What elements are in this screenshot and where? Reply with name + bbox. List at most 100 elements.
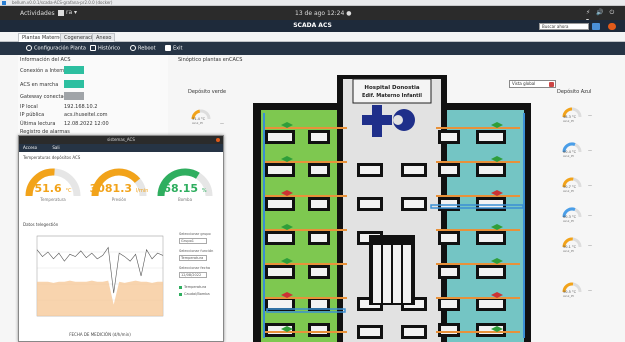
sign-line-2: Edif. Materno Infantil: [362, 93, 422, 99]
exit-button[interactable]: Exit: [165, 45, 182, 53]
door-mullion: [381, 245, 383, 303]
callout-close-icon[interactable]: [549, 82, 554, 87]
app-header: SCADA ACS Buscar ahora: [0, 20, 625, 32]
window-pane: [268, 166, 292, 174]
config-button[interactable]: Configuración Planta: [26, 45, 86, 53]
synoptic-title: Sinóptico plantas enCACS: [178, 57, 243, 63]
info-row-label: IP local: [20, 104, 38, 110]
window-pane: [441, 268, 457, 276]
hot-pipe: [436, 263, 520, 265]
app-icon: [2, 1, 6, 5]
window-pane: [404, 200, 424, 208]
detail-gauge: 3081.3 l/min Presión: [89, 164, 149, 204]
telemetry-section-title: Datos telegestión: [23, 222, 59, 227]
right-temp-gauge: 60.4 °C Azul_Pt: [561, 140, 583, 158]
window-title: bellum.v0.0.1/scada-ACS-grafana-pr2.0.0 …: [12, 0, 113, 5]
legend-checkbox[interactable]: [179, 286, 182, 289]
activities-button[interactable]: Actividades: [20, 10, 55, 17]
historico-label: Histórico: [98, 45, 121, 52]
window-pane: [311, 200, 327, 208]
window-pane: [360, 328, 380, 336]
detail-gauge-label: Temperatura: [40, 197, 66, 202]
detail-exit-button[interactable]: Sali: [52, 145, 59, 150]
exit-label: Exit: [173, 45, 183, 52]
status-indicator: [64, 66, 84, 74]
close-button[interactable]: [608, 23, 616, 30]
gauge-button[interactable]: —: [220, 121, 224, 126]
gauge-button[interactable]: —: [588, 113, 592, 118]
right-temp-gauge: 60.3 °C Azul_Pt: [561, 205, 583, 223]
control-select[interactable]: 12/08/2022: [179, 272, 207, 278]
detail-access-button[interactable]: Acceso: [23, 145, 37, 150]
window-pane: [268, 268, 292, 276]
window-pane: [268, 234, 292, 242]
gauge-button[interactable]: —: [588, 288, 592, 293]
legend-checkbox[interactable]: [179, 293, 182, 296]
detail-close-icon[interactable]: [216, 138, 220, 142]
detail-gauge-value: 68.15 %: [163, 182, 207, 195]
window-pane: [404, 166, 424, 174]
info-row-value: acs.ihuseitel.com: [64, 112, 108, 118]
control-select[interactable]: Grupo1: [179, 238, 207, 244]
control-select[interactable]: Temperatura: [179, 255, 207, 261]
legend-label: Temperatura: [184, 285, 207, 289]
window-pane: [311, 300, 327, 308]
window-pane: [479, 200, 503, 208]
global-view-callout[interactable]: Vista global: [509, 80, 556, 88]
gauge-label: Azul_Pt: [563, 119, 574, 123]
window-pane: [441, 300, 457, 308]
info-row-label: Conexión a Internet: [20, 68, 70, 74]
control-label: Seleccionar grupo: [179, 232, 211, 236]
info-title: Información del ACS: [20, 57, 71, 63]
hot-pipe: [436, 297, 520, 299]
hot-pipe: [263, 263, 347, 265]
gauge-button[interactable]: —: [588, 213, 592, 218]
historico-button[interactable]: Histórico: [90, 45, 120, 53]
hot-pipe: [263, 195, 347, 197]
gauge-label: Azul_Pt: [192, 121, 203, 125]
detail-gauge: 68.15 % Bomba: [155, 164, 215, 204]
search-field[interactable]: Buscar ahora: [539, 23, 589, 30]
info-row-value: 12.08.2022 12:00: [64, 121, 109, 127]
info-row-value: 192.168.10.2: [64, 104, 98, 110]
gauge-label: Azul_Pt: [563, 249, 574, 253]
app-menu-label: ra ▾: [66, 9, 78, 16]
gauge-button[interactable]: —: [588, 148, 592, 153]
window-pane: [479, 234, 503, 242]
gauge-button[interactable]: —: [588, 243, 592, 248]
search-button[interactable]: [592, 23, 600, 30]
info-row-label: Gateway conectado: [20, 94, 70, 100]
detail-gauge-label: Presión: [111, 197, 127, 202]
detail-window-title: sistemas_ACS: [19, 136, 223, 144]
temps-section-title: Temperaturas depósitos ACS: [23, 155, 81, 160]
window-pane: [404, 328, 424, 336]
tab-anexo[interactable]: Anexo: [92, 33, 116, 42]
gauge-label: Azul_Pt: [563, 219, 574, 223]
hot-pipe: [436, 195, 520, 197]
callout-label: Vista global: [512, 81, 536, 86]
reboot-label: Reboot: [138, 45, 156, 52]
exit-icon: [165, 45, 171, 51]
clock[interactable]: 13 de ago 12:24 ●: [295, 10, 351, 17]
detail-gauge-value: 51.6 °C: [34, 182, 72, 195]
hospital-sign: [352, 78, 432, 104]
detail-gauge-value: 3081.3 l/min: [89, 182, 149, 195]
window-pane: [360, 166, 380, 174]
detail-gauge-label: Bomba: [177, 197, 193, 202]
window-pane: [311, 166, 327, 174]
status-indicator: [64, 80, 84, 88]
reboot-button[interactable]: Reboot: [130, 45, 156, 53]
right-temp-gauge: 50.1 °C Azul_Pt: [561, 235, 583, 253]
hot-pipe: [263, 331, 347, 333]
window-pane: [441, 166, 457, 174]
info-row-label: ACS en marcha: [20, 82, 59, 88]
app-menu-button[interactable]: ra ▾: [58, 9, 77, 16]
hospital-building: Hospital Donostia Edif. Materno Infantil: [253, 75, 531, 342]
app-title: SCADA ACS: [293, 22, 332, 29]
detail-gauge: 51.6 °C Temperatura: [23, 164, 83, 204]
hot-pipe: [263, 229, 347, 231]
gauge-button[interactable]: —: [588, 183, 592, 188]
hot-pipe: [436, 331, 520, 333]
cold-pipe: [263, 113, 265, 338]
right-temp-gauge: 50.5 °C Azul_Pt: [561, 280, 583, 298]
